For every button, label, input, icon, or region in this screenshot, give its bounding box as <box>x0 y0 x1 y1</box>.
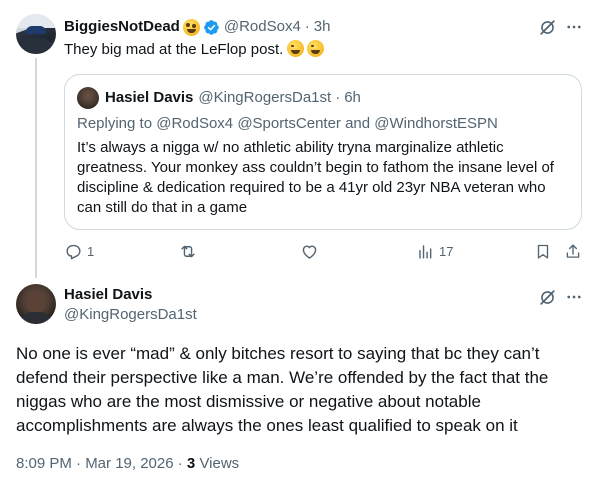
main-views-count: 3 <box>186 455 196 472</box>
quoted-text-line: discipline & dedication required to be a… <box>77 179 546 196</box>
display-name[interactable]: BiggiesNotDead <box>64 17 180 37</box>
reply-icon <box>66 244 81 260</box>
tweet-header: BiggiesNotDead @RodSox4 · 3h <box>64 17 330 37</box>
handle[interactable]: @KingRogersDa1st <box>64 305 197 325</box>
main-tweet-handle-row: @KingRogersDa1st <box>64 305 197 325</box>
reply-count: 1 <box>87 244 95 259</box>
views-count: 17 <box>439 244 454 259</box>
bookmark-icon <box>537 244 549 259</box>
quoted-text-line: can still do that in a game <box>77 199 248 216</box>
thread-connector-line <box>35 58 37 278</box>
main-tweet-timestamp[interactable]: 8:09 PM · Mar 19, 2026 · <box>16 455 183 472</box>
main-tweet-text-line: defend their perspective like a man. We’… <box>16 368 549 387</box>
share-icon <box>566 244 580 258</box>
views-icon <box>419 245 432 259</box>
main-tweet-text-line: No one is ever “mad” & only bitches reso… <box>16 344 540 363</box>
reply-button[interactable]: 1 <box>64 242 94 261</box>
tweet-text: They big mad at the LeFlop post. <box>64 40 325 60</box>
verified-badge-icon <box>203 19 219 35</box>
more-icon[interactable] <box>564 287 584 307</box>
quoted-header: Hasiel Davis @KingRogersDa1st · 6h <box>105 88 361 108</box>
main-tweet-text-line: niggas who are the most dismissive or ne… <box>16 392 481 411</box>
avatar[interactable] <box>16 284 56 324</box>
quoted-display-name: Hasiel Davis <box>105 89 194 106</box>
quoted-separator-dot: · <box>335 89 341 106</box>
views-button[interactable]: 17 <box>416 242 453 261</box>
avatar-photo-body <box>20 38 52 54</box>
main-tweet-text-line: accomplishments are always the ones leas… <box>16 416 518 435</box>
display-name[interactable]: Hasiel Davis <box>64 285 152 305</box>
quoted-timestamp: 6h <box>344 89 361 106</box>
retweet-icon <box>181 245 195 258</box>
avatar-photo-hat <box>26 26 46 34</box>
tweet-action-bar: 1 17 <box>64 242 584 262</box>
quoted-handle: @KingRogersDa1st <box>198 89 332 106</box>
share-button[interactable] <box>564 242 582 261</box>
heart-icon <box>302 245 317 259</box>
avatar-photo-body <box>20 312 52 324</box>
main-tweet-header: Hasiel Davis <box>64 285 152 305</box>
retweet-button[interactable] <box>178 242 202 261</box>
tweet-text-content: They big mad at the LeFlop post. <box>64 41 284 58</box>
more-icon[interactable] <box>564 17 584 37</box>
grok-icon[interactable] <box>537 17 557 37</box>
avatar[interactable] <box>16 14 56 54</box>
quoted-avatar <box>77 87 99 109</box>
bookmark-button[interactable] <box>534 242 552 261</box>
zany-face-emoji <box>182 18 200 36</box>
replying-to-line: Replying to @RodSox4 @SportsCenter and @… <box>77 115 498 132</box>
quoted-text-line: It’s always a nigga w/ no athletic abili… <box>77 139 504 156</box>
quoted-tweet-card[interactable]: Hasiel Davis @KingRogersDa1st · 6h Reply… <box>64 74 582 230</box>
main-views-label: Views <box>199 455 240 472</box>
like-button[interactable] <box>300 242 323 261</box>
avatar-photo-face <box>27 292 45 314</box>
quoted-text-line: greatness. Your monkey ass couldn’t begi… <box>77 159 554 176</box>
rofl-emoji <box>307 40 325 57</box>
grok-icon[interactable] <box>537 287 557 307</box>
rofl-emoji <box>287 40 305 57</box>
tweet-meta: 8:09 PM · Mar 19, 2026 · 3 Views <box>16 454 239 474</box>
timestamp[interactable]: 3h <box>314 17 331 37</box>
separator-dot: · <box>304 18 310 35</box>
handle[interactable]: @RodSox4 <box>224 17 301 37</box>
